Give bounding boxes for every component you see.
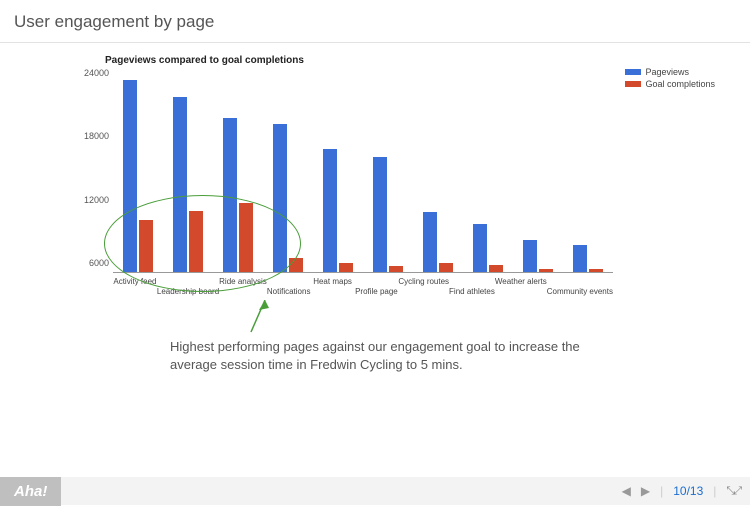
fullscreen-icon[interactable]: ⤡⤢ bbox=[726, 485, 740, 498]
bar-pageviews bbox=[373, 157, 387, 272]
bar-group bbox=[213, 118, 263, 272]
x-tick-label: Leadership board bbox=[157, 287, 219, 296]
y-tick: 18000 bbox=[75, 131, 109, 141]
legend-item-goal: Goal completions bbox=[625, 79, 715, 89]
bar-group bbox=[113, 80, 163, 272]
legend-item-pageviews: Pageviews bbox=[625, 67, 715, 77]
bar-pageviews bbox=[123, 80, 137, 272]
x-axis: Activity feedLeadership boardRide analys… bbox=[113, 277, 613, 286]
bar-group bbox=[463, 224, 513, 272]
bar-goal bbox=[139, 220, 153, 273]
plot-area bbox=[113, 72, 613, 273]
x-tick-label: Cycling routes bbox=[398, 277, 449, 286]
x-tick-label: Heat maps bbox=[311, 277, 355, 286]
chart-title: Pageviews compared to goal completions bbox=[105, 55, 675, 66]
bar-group bbox=[563, 245, 613, 272]
bar-group bbox=[163, 97, 213, 272]
bar-pageviews bbox=[473, 224, 487, 272]
legend-swatch-pageviews bbox=[625, 69, 641, 75]
x-tick-label: Notifications bbox=[267, 287, 311, 296]
bar-pageviews bbox=[223, 118, 237, 272]
y-tick: 24000 bbox=[75, 68, 109, 78]
footer-bar: Aha! ◀ ▶ | 10/13 | ⤡⤢ bbox=[0, 477, 750, 505]
bar-pageviews bbox=[573, 245, 587, 272]
annotation-caption: Highest performing pages against our eng… bbox=[170, 338, 600, 373]
bar-goal bbox=[189, 211, 203, 272]
slide-title: User engagement by page bbox=[0, 0, 750, 43]
legend-label-pageviews: Pageviews bbox=[645, 67, 689, 77]
bar-group bbox=[313, 149, 363, 272]
bar-group bbox=[413, 212, 463, 272]
bar-pageviews bbox=[423, 212, 437, 272]
bar-group bbox=[513, 240, 563, 273]
legend: Pageviews Goal completions bbox=[625, 67, 715, 91]
legend-swatch-goal bbox=[625, 81, 641, 87]
nav-divider: | bbox=[660, 484, 663, 498]
next-button[interactable]: ▶ bbox=[641, 484, 650, 498]
y-tick: 6000 bbox=[75, 258, 109, 268]
bar-pageviews bbox=[523, 240, 537, 273]
bar-goal bbox=[289, 258, 303, 272]
legend-label-goal: Goal completions bbox=[645, 79, 715, 89]
chart: Pageviews compared to goal completions 2… bbox=[75, 55, 675, 286]
x-tick-label: Weather alerts bbox=[495, 277, 547, 286]
bar-goal bbox=[489, 265, 503, 273]
x-tick-label: Find athletes bbox=[449, 287, 495, 296]
bar-pageviews bbox=[323, 149, 337, 272]
y-axis: 2400018000120006000 bbox=[75, 72, 113, 272]
bar-goal bbox=[539, 269, 553, 272]
nav-divider: | bbox=[713, 484, 716, 498]
y-tick: 12000 bbox=[75, 195, 109, 205]
x-tick-label: Community events bbox=[547, 287, 613, 296]
annotation-arrow-icon bbox=[245, 300, 275, 340]
x-tick-label: Activity feed bbox=[113, 277, 157, 286]
bar-goal bbox=[239, 203, 253, 272]
bar-goal bbox=[389, 266, 403, 272]
bar-goal bbox=[589, 269, 603, 272]
page-indicator[interactable]: 10/13 bbox=[673, 484, 703, 498]
prev-button[interactable]: ◀ bbox=[622, 484, 631, 498]
bar-goal bbox=[439, 263, 453, 272]
bar-pageviews bbox=[173, 97, 187, 272]
brand-badge: Aha! bbox=[0, 477, 61, 506]
bar-pageviews bbox=[273, 124, 287, 272]
bar-goal bbox=[339, 263, 353, 272]
x-tick-label: Ride analysis bbox=[219, 277, 267, 286]
slide-nav: ◀ ▶ | 10/13 | ⤡⤢ bbox=[622, 484, 750, 498]
bar-group bbox=[363, 157, 413, 272]
bar-group bbox=[263, 124, 313, 272]
x-tick-label: Profile page bbox=[354, 287, 398, 296]
